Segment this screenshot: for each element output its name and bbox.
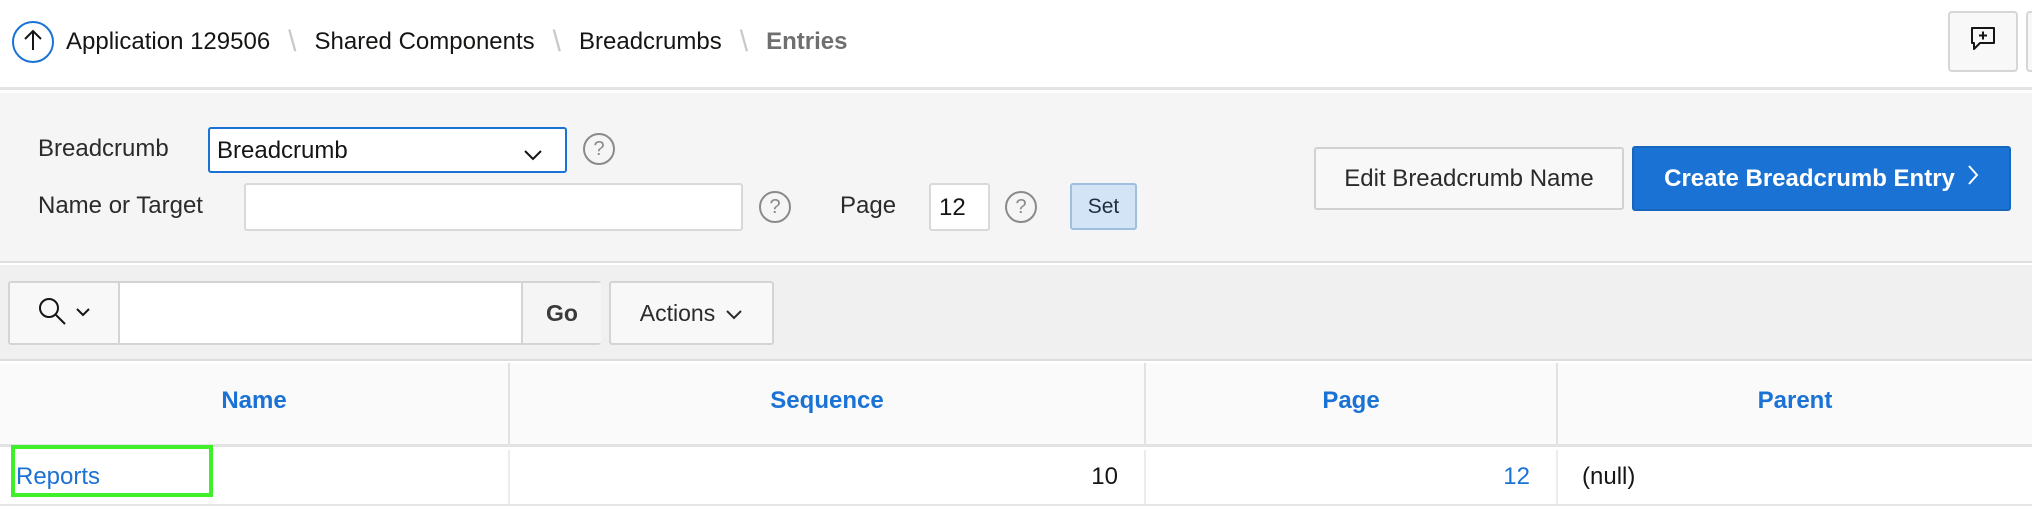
create-button-label: Create Breadcrumb Entry [1664,164,1955,192]
search-input[interactable] [122,283,522,343]
chevron-right-icon [1967,164,1979,193]
breadcrumb-help-icon[interactable]: ? [583,133,615,165]
cell-sequence: 10 [510,450,1146,504]
report-toolbar: Go Actions [0,265,2032,361]
chevron-down-icon [725,300,743,327]
chat-plus-icon [1968,25,1998,58]
breadcrumb-select[interactable]: Breadcrumb [208,127,567,173]
search-group: Go [8,281,601,345]
breadcrumb-separator: \ [288,25,297,58]
page-label: Page [840,192,897,219]
breadcrumb-item-shared-components[interactable]: Shared Components [315,28,535,56]
column-header-page[interactable]: Page [1146,363,1558,447]
page-help-icon[interactable]: ? [1005,191,1037,223]
set-button[interactable]: Set [1070,183,1137,230]
overflow-button[interactable] [2026,11,2032,72]
breadcrumb-item-current: Entries [766,28,848,55]
filter-region: Breadcrumb Breadcrumb ? Name or Target ?… [0,93,2032,263]
name-or-target-input[interactable] [244,183,743,231]
edit-breadcrumb-name-button[interactable]: Edit Breadcrumb Name [1314,147,1624,210]
actions-label: Actions [639,299,716,326]
breadcrumb-select-label: Breadcrumb [38,135,169,162]
breadcrumb-separator: \ [739,25,749,58]
name-help-icon[interactable]: ? [759,191,791,223]
chevron-down-icon [523,141,543,169]
column-header-name[interactable]: Name [0,363,510,447]
breadcrumb-separator: \ [552,25,561,58]
page-input[interactable]: 12 [929,183,990,231]
go-button[interactable]: Go [521,283,601,343]
search-column-menu-button[interactable] [10,283,120,343]
breadcrumb: Application 129506 \ Shared Components \… [66,22,847,62]
name-or-target-label: Name or Target [38,192,203,219]
arrow-up-icon [22,28,44,57]
focus-highlight-box [11,445,213,497]
feedback-button[interactable] [1948,11,2018,72]
table-header: Name Sequence Page Parent [0,363,2032,447]
column-header-parent[interactable]: Parent [1558,363,2032,447]
breadcrumb-item-application[interactable]: Application 129506 [66,28,270,56]
table-row: Reports 10 12 (null) [0,450,2032,506]
cell-parent: (null) [1582,463,1636,490]
search-icon [37,296,67,331]
row-page-link[interactable]: 12 [1503,463,1530,490]
actions-menu-button[interactable]: Actions [609,281,774,345]
top-bar: Application 129506 \ Shared Components \… [0,0,2032,90]
create-breadcrumb-entry-button[interactable]: Create Breadcrumb Entry [1632,146,2011,211]
navigate-up-button[interactable] [12,21,54,63]
cell-page: 12 [1146,450,1558,504]
breadcrumb-select-value: Breadcrumb [217,137,348,164]
chevron-down-icon [75,304,91,322]
column-header-sequence[interactable]: Sequence [510,363,1146,447]
breadcrumb-item-breadcrumbs[interactable]: Breadcrumbs [579,28,722,56]
